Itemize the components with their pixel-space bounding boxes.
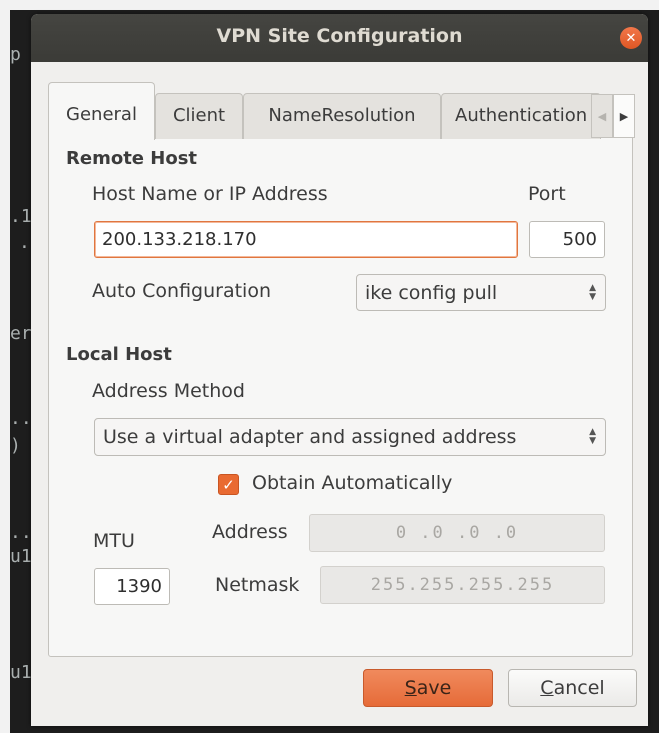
tab-scroll-right-icon[interactable]: ▶ [613,94,635,138]
local-host-heading: Local Host [66,344,172,365]
address-method-select[interactable]: Use a virtual adapter and assigned addre… [94,418,606,456]
port-input[interactable]: 500 [529,221,605,258]
terminal-line: p [10,44,21,65]
remote-host-heading: Remote Host [66,148,198,169]
terminal-line: . [19,232,30,253]
address-input: 0 .0 .0 .0 [309,514,605,552]
auto-configuration-label: Auto Configuration [92,280,272,302]
auto-configuration-value: ike config pull [365,281,498,304]
terminal-line: .. [10,522,32,543]
cancel-button[interactable]: Cancel [508,669,637,707]
cancel-mnemonic: C [540,677,554,699]
terminal-line: .. [10,408,32,429]
host-address-input[interactable]: 200.133.218.170 [94,221,518,258]
netmask-label: Netmask [215,574,300,596]
checkmark-icon: ✓ [222,475,235,494]
tab-scroll-buttons: ◀ ▶ [591,94,635,138]
mtu-label: MTU [93,530,135,552]
window-title: VPN Site Configuration [216,25,463,47]
title-bar[interactable]: VPN Site Configuration ✕ [31,14,648,62]
vpn-site-config-dialog: VPN Site Configuration ✕ General Client … [31,14,648,726]
tab-client[interactable]: Client [155,93,243,139]
obtain-automatically-checkbox[interactable]: ✓ [218,474,239,495]
save-button[interactable]: Save [363,669,493,707]
mtu-input[interactable]: 1390 [94,568,170,605]
netmask-input: 255.255.255.255 [320,566,605,604]
address-method-label: Address Method [92,380,245,402]
save-label-rest: ave [416,677,452,699]
address-method-value: Use a virtual adapter and assigned addre… [103,426,517,448]
cancel-label-rest: ancel [553,677,605,699]
terminal-line: ) [10,435,21,456]
terminal-line: u1 [10,662,32,683]
tab-scroll-left-icon[interactable]: ◀ [591,94,613,138]
save-mnemonic: S [404,677,417,699]
terminal-line: u1 [10,546,32,567]
combo-arrows-icon: ▲ ▼ [589,282,596,302]
terminal-line: er [10,323,32,344]
close-icon[interactable]: ✕ [620,27,642,49]
auto-configuration-select[interactable]: ike config pull ▲ ▼ [356,274,606,311]
terminal-line: .1 [10,206,32,227]
address-label: Address [212,521,288,543]
port-label: Port [528,183,566,205]
obtain-automatically-label[interactable]: Obtain Automatically [252,472,452,494]
host-name-label: Host Name or IP Address [92,183,328,205]
tab-general[interactable]: General [48,82,155,140]
combo-arrows-icon: ▲ ▼ [589,427,596,446]
tab-authentication[interactable]: Authentication [441,93,601,139]
tab-name-resolution[interactable]: NameResolution [243,93,441,139]
